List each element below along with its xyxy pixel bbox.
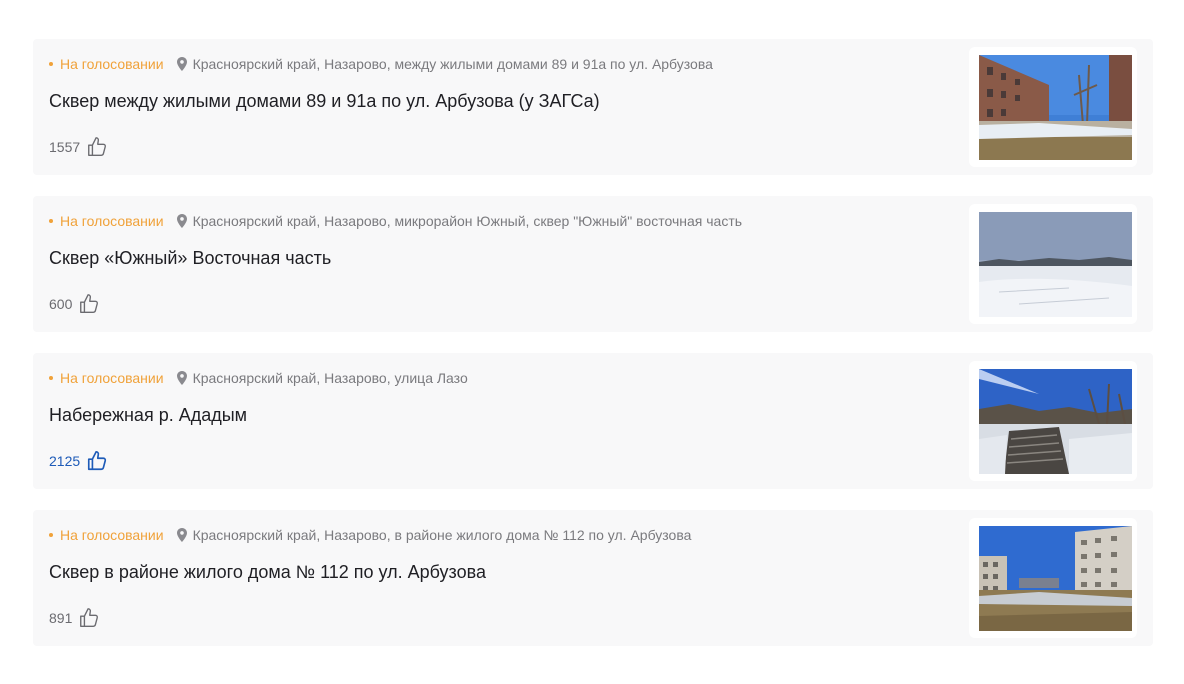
project-title[interactable]: Сквер в районе жилого дома № 112 по ул. … <box>49 562 486 583</box>
thumbs-up-icon[interactable] <box>86 136 108 158</box>
like-count: 600 <box>49 296 73 312</box>
project-title[interactable]: Сквер между жилыми домами 89 и 91а по ул… <box>49 91 600 112</box>
map-pin-icon <box>176 57 187 71</box>
project-card[interactable]: На голосовании Красноярский край, Назаро… <box>33 510 1153 646</box>
thumbs-up-icon[interactable] <box>78 607 100 629</box>
project-meta: На голосовании Красноярский край, Назаро… <box>49 369 468 387</box>
status-dot <box>49 62 53 66</box>
project-photo-frame <box>969 518 1137 638</box>
project-card[interactable]: На голосовании Красноярский край, Назаро… <box>33 353 1153 489</box>
like-count: 891 <box>49 610 73 626</box>
project-meta: На голосовании Красноярский край, Назаро… <box>49 526 691 544</box>
project-address: Красноярский край, Назарово, между жилым… <box>192 56 713 72</box>
project-photo-frame <box>969 361 1137 481</box>
status-label: На голосовании <box>60 527 164 543</box>
thumbs-up-icon[interactable] <box>78 293 100 315</box>
like-control[interactable]: 891 <box>49 607 100 629</box>
project-meta: На голосовании Красноярский край, Назаро… <box>49 212 742 230</box>
project-photo[interactable] <box>979 369 1132 474</box>
project-card[interactable]: На голосовании Красноярский край, Назаро… <box>33 196 1153 332</box>
project-photo[interactable] <box>979 212 1132 317</box>
project-photo-frame <box>969 47 1137 167</box>
project-photo-frame <box>969 204 1137 324</box>
like-count: 2125 <box>49 453 81 469</box>
status-label: На голосовании <box>60 56 164 72</box>
map-pin-icon <box>176 214 187 228</box>
project-photo[interactable] <box>979 55 1132 160</box>
like-count: 1557 <box>49 139 81 155</box>
project-address: Красноярский край, Назарово, микрорайон … <box>192 213 743 229</box>
status-label: На голосовании <box>60 213 164 229</box>
like-control[interactable]: 2125 <box>49 450 108 472</box>
status-dot <box>49 533 53 537</box>
project-address: Красноярский край, Назарово, улица Лазо <box>192 370 468 386</box>
project-title[interactable]: Набережная р. Ададым <box>49 405 247 426</box>
project-card[interactable]: На голосовании Красноярский край, Назаро… <box>33 39 1153 175</box>
like-control[interactable]: 600 <box>49 293 100 315</box>
map-pin-icon <box>176 371 187 385</box>
project-meta: На голосовании Красноярский край, Назаро… <box>49 55 713 73</box>
status-dot <box>49 219 53 223</box>
status-label: На голосовании <box>60 370 164 386</box>
thumbs-up-icon[interactable] <box>86 450 108 472</box>
project-title[interactable]: Сквер «Южный» Восточная часть <box>49 248 331 269</box>
project-photo[interactable] <box>979 526 1132 631</box>
like-control[interactable]: 1557 <box>49 136 108 158</box>
map-pin-icon <box>176 528 187 542</box>
project-list: На голосовании Красноярский край, Назаро… <box>33 39 1153 667</box>
status-dot <box>49 376 53 380</box>
project-address: Красноярский край, Назарово, в районе жи… <box>192 527 692 543</box>
